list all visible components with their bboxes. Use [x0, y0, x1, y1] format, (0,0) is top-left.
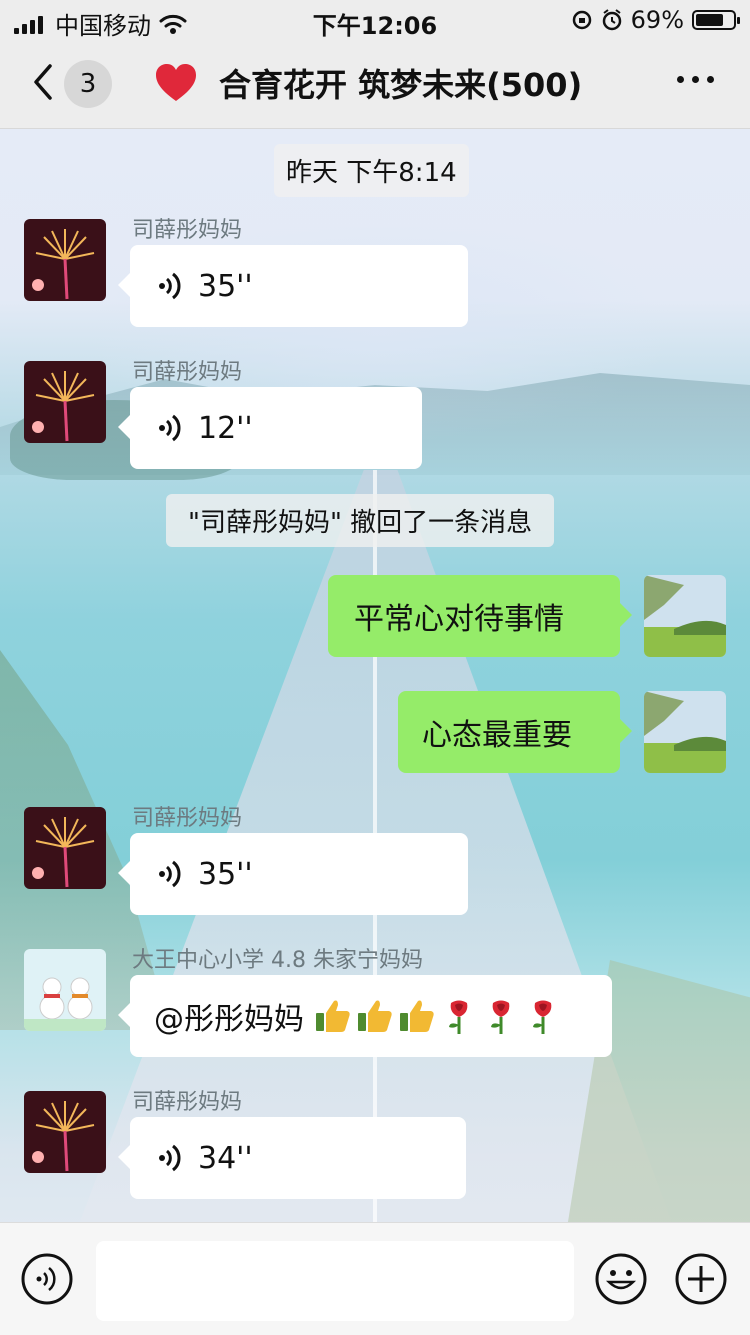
sender-name: 大王中心小学 4.8 朱家宁妈妈: [132, 948, 423, 973]
status-bar: 中国移动 下午12:06 69%: [0, 0, 750, 40]
battery-percent: 69%: [630, 6, 684, 34]
voice-duration: 34'': [198, 1140, 253, 1176]
sender-name: 司薛彤妈妈: [132, 806, 243, 831]
avatar-self[interactable]: [644, 575, 726, 657]
rose-icon: [449, 1000, 468, 1034]
landscape-avatar-image: [644, 575, 726, 657]
emoji-row: [314, 997, 562, 1035]
battery-icon: [692, 10, 740, 30]
landscape-avatar-image: [644, 691, 726, 773]
voice-message-bubble[interactable]: 12'': [118, 387, 422, 469]
voice-wave-icon: [159, 860, 181, 888]
fireworks-avatar-image: [24, 807, 106, 889]
sender-name: 司薛彤妈妈: [132, 218, 243, 243]
voice-duration: 12'': [198, 410, 253, 446]
avatar-self[interactable]: [644, 691, 726, 773]
voice-message-bubble[interactable]: 34'': [118, 1117, 466, 1199]
fireworks-avatar-image: [24, 1091, 106, 1173]
avatar-sender[interactable]: [24, 1091, 106, 1173]
thumbs-up-icon: [316, 1000, 350, 1032]
avatar-sender[interactable]: [24, 361, 106, 443]
sender-name: 司薛彤妈妈: [132, 360, 243, 385]
thumbs-up-icon: [358, 1000, 392, 1032]
input-bar: [0, 1222, 750, 1335]
voice-duration: 35'': [198, 268, 253, 304]
sender-name: 司薛彤妈妈: [132, 1090, 243, 1115]
sent-text-bubble[interactable]: 心态最重要: [398, 691, 632, 773]
avatar-sender[interactable]: [24, 807, 106, 889]
chat-title: 合育花开 筑梦未来(500): [219, 66, 583, 104]
thumbs-up-icon: [400, 1000, 434, 1032]
message-input[interactable]: [96, 1241, 574, 1321]
timestamp-label: 昨天 下午8:14: [274, 144, 469, 197]
snowman-avatar-image: [24, 949, 106, 1031]
fireworks-avatar-image: [24, 219, 106, 301]
add-more-button[interactable]: [674, 1252, 728, 1306]
voice-message-bubble[interactable]: 35'': [118, 833, 468, 915]
text-message-bubble[interactable]: @彤彤妈妈: [118, 975, 612, 1057]
heart-icon: [156, 64, 196, 101]
chat-header: 3 合育花开 筑梦未来(500): [0, 44, 750, 128]
emoji-button[interactable]: [594, 1252, 648, 1306]
alarm-icon: [602, 9, 621, 31]
orientation-lock-icon: [572, 10, 591, 30]
voice-input-button[interactable]: [20, 1252, 74, 1306]
unread-count-badge[interactable]: 3: [64, 60, 112, 108]
voice-message-bubble[interactable]: 35'': [118, 245, 468, 327]
sent-text-bubble[interactable]: 平常心对待事情: [328, 575, 632, 657]
voice-duration: 35'': [198, 856, 253, 892]
recall-notice: "司薛彤妈妈" 撤回了一条消息: [166, 494, 555, 547]
fireworks-avatar-image: [24, 361, 106, 443]
rose-icon: [533, 1000, 552, 1034]
back-button[interactable]: [28, 62, 58, 102]
voice-wave-icon: [159, 272, 181, 300]
avatar-sender[interactable]: [24, 219, 106, 301]
rose-icon: [491, 1000, 510, 1034]
voice-wave-icon: [159, 414, 181, 442]
avatar-sender[interactable]: [24, 949, 106, 1031]
voice-wave-icon: [159, 1144, 181, 1172]
top-bar: 中国移动 下午12:06 69% 3 合育花开 筑梦未来(500): [0, 0, 750, 129]
message-text: @彤彤妈妈: [154, 1002, 304, 1037]
more-options-button[interactable]: [677, 76, 714, 83]
